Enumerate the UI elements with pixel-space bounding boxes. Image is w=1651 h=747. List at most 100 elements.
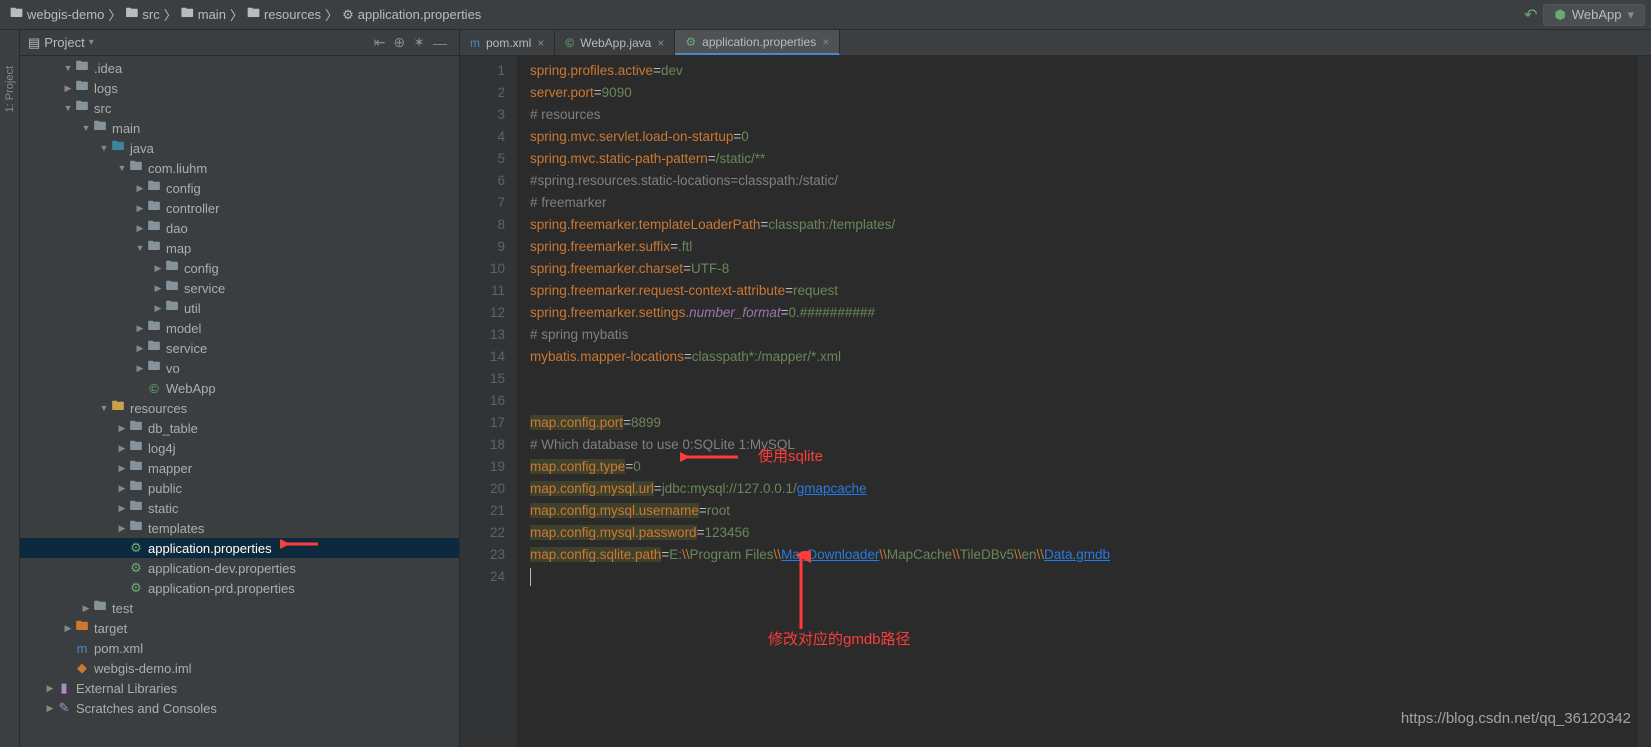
- code-line[interactable]: spring.freemarker.settings.number_format…: [530, 302, 1637, 324]
- expand-toggle-icon[interactable]: ▼: [62, 103, 74, 113]
- project-panel-title[interactable]: ▤ Project ▾: [28, 35, 94, 51]
- expand-toggle-icon[interactable]: ▶: [134, 203, 146, 214]
- code-line[interactable]: spring.freemarker.charset=UTF-8: [530, 258, 1637, 280]
- tree-node[interactable]: ▼🖿main: [20, 118, 459, 138]
- close-icon[interactable]: ×: [537, 36, 544, 50]
- tree-node[interactable]: ▶🖿test: [20, 598, 459, 618]
- tree-node[interactable]: ▶🖿logs: [20, 78, 459, 98]
- code-line[interactable]: spring.freemarker.suffix=.ftl: [530, 236, 1637, 258]
- tree-node[interactable]: ▶▮External Libraries: [20, 678, 459, 698]
- tool-window-stripe-left[interactable]: 1: Project: [0, 30, 20, 747]
- tree-node[interactable]: ▶🖿templates: [20, 518, 459, 538]
- expand-toggle-icon[interactable]: ▶: [134, 363, 146, 374]
- code-line[interactable]: #spring.resources.static-locations=class…: [530, 170, 1637, 192]
- tree-node[interactable]: ▶🖿mapper: [20, 458, 459, 478]
- expand-toggle-icon[interactable]: ▼: [134, 243, 146, 253]
- breadcrumb-item[interactable]: 🖿 resources: [243, 4, 325, 26]
- tree-node[interactable]: ▶🖿service: [20, 338, 459, 358]
- editor-code[interactable]: 使用sqlite 修改对应的gmdb路径 spring.profiles.act…: [518, 56, 1637, 747]
- editor-tab[interactable]: ©WebApp.java×: [555, 30, 675, 55]
- editor-tab[interactable]: mpom.xml×: [460, 30, 555, 55]
- tree-node[interactable]: ▶✎Scratches and Consoles: [20, 698, 459, 718]
- code-line[interactable]: spring.profiles.active=dev: [530, 60, 1637, 82]
- breadcrumb-item[interactable]: 🖿 main: [177, 4, 230, 26]
- expand-toggle-icon[interactable]: ▼: [98, 403, 110, 413]
- tree-node[interactable]: ▼🖿map: [20, 238, 459, 258]
- expand-toggle-icon[interactable]: ▶: [152, 303, 164, 314]
- code-line[interactable]: map.config.mysql.password=123456: [530, 522, 1637, 544]
- tree-node[interactable]: ▼🖿.idea: [20, 58, 459, 78]
- tree-node[interactable]: ▶🖿config: [20, 178, 459, 198]
- collapse-icon[interactable]: ⇤: [370, 34, 390, 51]
- editor-error-stripe[interactable]: [1637, 56, 1651, 747]
- gear-icon[interactable]: ✶: [409, 34, 429, 51]
- code-line[interactable]: map.config.mysql.username=root: [530, 500, 1637, 522]
- code-line[interactable]: # freemarker: [530, 192, 1637, 214]
- tree-node[interactable]: ▼🖿resources: [20, 398, 459, 418]
- tree-node[interactable]: ▶🖿service: [20, 278, 459, 298]
- code-line[interactable]: # spring mybatis: [530, 324, 1637, 346]
- tree-node[interactable]: ⚙application.properties: [20, 538, 459, 558]
- expand-toggle-icon[interactable]: ▶: [62, 623, 74, 634]
- breadcrumb-item[interactable]: 🖿 src: [121, 4, 163, 26]
- tree-node[interactable]: mpom.xml: [20, 638, 459, 658]
- close-icon[interactable]: ×: [657, 36, 664, 50]
- expand-toggle-icon[interactable]: ▶: [152, 263, 164, 274]
- expand-toggle-icon[interactable]: ▶: [44, 683, 56, 694]
- code-line[interactable]: mybatis.mapper-locations=classpath*:/map…: [530, 346, 1637, 368]
- expand-toggle-icon[interactable]: ▶: [116, 503, 128, 514]
- expand-toggle-icon[interactable]: ▶: [152, 283, 164, 294]
- code-line[interactable]: spring.freemarker.templateLoaderPath=cla…: [530, 214, 1637, 236]
- tree-node[interactable]: ▶🖿config: [20, 258, 459, 278]
- tree-node[interactable]: ©WebApp: [20, 378, 459, 398]
- expand-toggle-icon[interactable]: ▶: [116, 483, 128, 494]
- tree-node[interactable]: ▼🖿com.liuhm: [20, 158, 459, 178]
- tree-node[interactable]: ◆webgis-demo.iml: [20, 658, 459, 678]
- tree-node[interactable]: ▶🖿public: [20, 478, 459, 498]
- select-opened-icon[interactable]: ⊕: [390, 34, 410, 51]
- tree-node[interactable]: ▶🖿dao: [20, 218, 459, 238]
- tree-node[interactable]: ▶🖿model: [20, 318, 459, 338]
- expand-toggle-icon[interactable]: ▶: [116, 463, 128, 474]
- code-line[interactable]: map.config.type=0: [530, 456, 1637, 478]
- code-line[interactable]: spring.mvc.servlet.load-on-startup=0: [530, 126, 1637, 148]
- expand-toggle-icon[interactable]: ▶: [116, 523, 128, 534]
- expand-toggle-icon[interactable]: ▶: [80, 603, 92, 614]
- tree-node[interactable]: ▶🖿util: [20, 298, 459, 318]
- tree-node[interactable]: ▶🖿target: [20, 618, 459, 638]
- expand-toggle-icon[interactable]: ▼: [80, 123, 92, 133]
- project-tool-tab[interactable]: 1: Project: [4, 60, 16, 118]
- code-line[interactable]: map.config.port=8899: [530, 412, 1637, 434]
- code-line[interactable]: [530, 390, 1637, 412]
- tree-node[interactable]: ▶🖿static: [20, 498, 459, 518]
- code-line[interactable]: [530, 368, 1637, 390]
- tree-node[interactable]: ▶🖿log4j: [20, 438, 459, 458]
- code-line[interactable]: spring.freemarker.request-context-attrib…: [530, 280, 1637, 302]
- expand-toggle-icon[interactable]: ▶: [134, 223, 146, 234]
- code-line[interactable]: # Which database to use 0:SQLite 1:MySQL: [530, 434, 1637, 456]
- project-tree[interactable]: ▼🖿.idea▶🖿logs▼🖿src▼🖿main▼🖿java▼🖿com.liuh…: [20, 56, 459, 747]
- breadcrumb-item[interactable]: 🖿 webgis-demo: [6, 4, 108, 26]
- tree-node[interactable]: ▼🖿java: [20, 138, 459, 158]
- code-line[interactable]: map.config.sqlite.path=E:\\Program Files…: [530, 544, 1637, 566]
- tree-node[interactable]: ⚙application-dev.properties: [20, 558, 459, 578]
- code-line[interactable]: spring.mvc.static-path-pattern=/static/*…: [530, 148, 1637, 170]
- tree-node[interactable]: ▶🖿controller: [20, 198, 459, 218]
- breadcrumb-item[interactable]: ⚙ application.properties: [338, 7, 485, 23]
- tree-node[interactable]: ▶🖿db_table: [20, 418, 459, 438]
- run-config-selector[interactable]: ⬢ WebApp ▾: [1543, 4, 1645, 26]
- expand-toggle-icon[interactable]: ▼: [62, 63, 74, 73]
- tree-node[interactable]: ⚙application-prd.properties: [20, 578, 459, 598]
- expand-toggle-icon[interactable]: ▶: [116, 423, 128, 434]
- expand-toggle-icon[interactable]: ▶: [44, 703, 56, 714]
- editor-tab[interactable]: ⚙application.properties×: [675, 30, 840, 55]
- code-line[interactable]: # resources: [530, 104, 1637, 126]
- code-line[interactable]: server.port=9090: [530, 82, 1637, 104]
- tree-node[interactable]: ▶🖿vo: [20, 358, 459, 378]
- code-line[interactable]: [530, 566, 1637, 588]
- close-icon[interactable]: ×: [822, 35, 829, 49]
- expand-toggle-icon[interactable]: ▶: [116, 443, 128, 454]
- back-icon[interactable]: ↶: [1524, 5, 1537, 25]
- expand-toggle-icon[interactable]: ▶: [134, 323, 146, 334]
- expand-toggle-icon[interactable]: ▼: [116, 163, 128, 173]
